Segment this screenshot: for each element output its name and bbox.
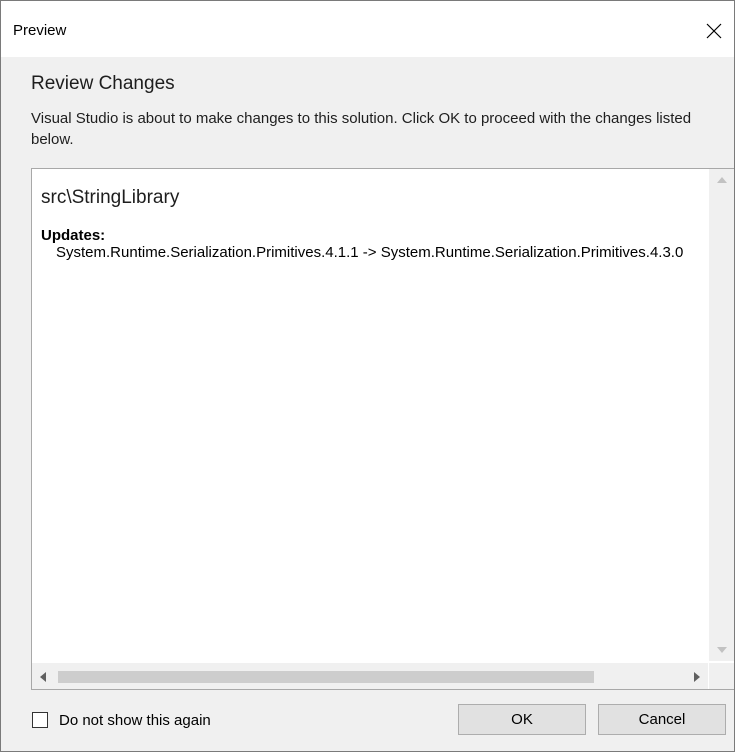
ok-button[interactable]: OK: [458, 704, 586, 735]
horizontal-scroll-thumb[interactable]: [58, 671, 594, 683]
window-title: Preview: [13, 22, 67, 39]
do-not-show-again-label[interactable]: Do not show this again: [59, 712, 211, 729]
scrollbar-corner: [709, 663, 734, 689]
section-description: Visual Studio is about to make changes t…: [31, 110, 692, 148]
cancel-button[interactable]: Cancel: [598, 704, 726, 735]
scroll-up-button[interactable]: [709, 169, 734, 191]
close-button[interactable]: [694, 13, 734, 53]
do-not-show-again-checkbox[interactable]: [32, 712, 48, 728]
scroll-right-button[interactable]: [686, 663, 708, 689]
preview-dialog: Preview Review Changes Visual Studio is …: [0, 0, 735, 752]
title-bar: Preview: [1, 1, 734, 57]
scroll-down-button[interactable]: [709, 639, 734, 661]
chevron-up-icon: [717, 177, 727, 183]
updates-label: Updates:: [41, 227, 106, 244]
horizontal-scrollbar[interactable]: [32, 663, 708, 689]
chevron-right-icon: [694, 672, 700, 682]
section-heading: Review Changes: [31, 73, 175, 94]
scroll-left-button[interactable]: [32, 663, 54, 689]
project-name: src\StringLibrary: [41, 187, 180, 208]
close-icon: [706, 23, 722, 39]
update-line: System.Runtime.Serialization.Primitives.…: [56, 244, 684, 261]
chevron-down-icon: [717, 647, 727, 653]
vertical-scrollbar[interactable]: [709, 169, 734, 661]
do-not-show-again-option[interactable]: Do not show this again: [32, 709, 211, 731]
changes-content: src\StringLibrary Updates: System.Runtim…: [32, 169, 708, 661]
chevron-left-icon: [40, 672, 46, 682]
changes-panel[interactable]: src\StringLibrary Updates: System.Runtim…: [31, 168, 734, 690]
